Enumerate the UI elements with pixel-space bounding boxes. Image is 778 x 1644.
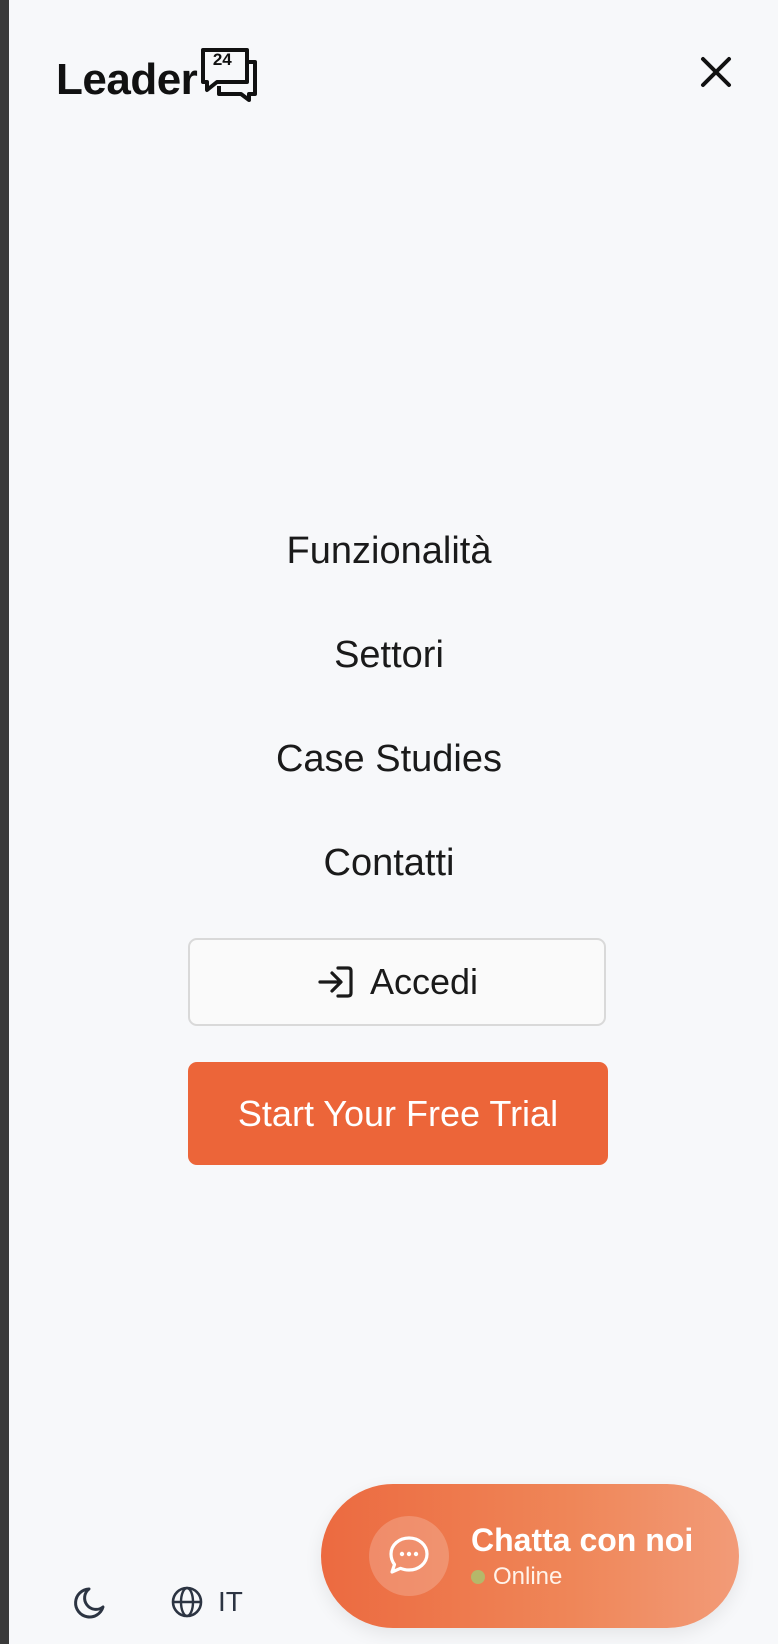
close-menu-button[interactable] <box>696 52 736 92</box>
online-status-dot <box>471 1570 485 1584</box>
chat-title: Chatta con noi <box>471 1522 694 1558</box>
theme-toggle-button[interactable] <box>70 1580 114 1624</box>
nav-item-contatti[interactable]: Contatti <box>324 832 455 936</box>
free-trial-button[interactable]: Start Your Free Trial <box>188 1062 608 1165</box>
mobile-nav-menu: Funzionalità Settori Case Studies Contat… <box>9 520 778 936</box>
logo-number: 24 <box>212 50 232 69</box>
chat-status-row: Online <box>471 1563 693 1591</box>
login-button-label: Accedi <box>369 961 479 1002</box>
globe-icon <box>171 1586 203 1618</box>
moon-icon <box>74 1587 105 1619</box>
window-edge <box>0 0 9 1644</box>
chat-widget-text: Chatta con noi Online <box>471 1521 693 1591</box>
chat-status: Online <box>493 1563 563 1590</box>
nav-item-settori[interactable]: Settori <box>334 624 444 728</box>
nav-item-case-studies[interactable]: Case Studies <box>276 728 502 832</box>
free-trial-button-label: Start Your Free Trial <box>237 1092 559 1134</box>
login-button[interactable]: Accedi <box>188 938 606 1026</box>
chat-widget-button[interactable]: Chatta con noi Online <box>321 1484 739 1628</box>
login-arrow-icon <box>318 966 353 998</box>
chat-bubble-icon <box>389 1536 429 1574</box>
chat-bubbles-logo-icon: 24 <box>199 46 258 102</box>
brand-logo[interactable]: Leader 24 <box>56 46 258 106</box>
nav-item-funzionalita[interactable]: Funzionalità <box>287 520 492 624</box>
language-switcher[interactable]: IT <box>170 1585 243 1619</box>
bottom-settings-bar: IT <box>70 1580 243 1624</box>
close-icon <box>701 57 731 87</box>
chat-icon-circle <box>369 1516 449 1596</box>
language-label: IT <box>218 1586 243 1617</box>
logo-text: Leader <box>56 55 198 104</box>
